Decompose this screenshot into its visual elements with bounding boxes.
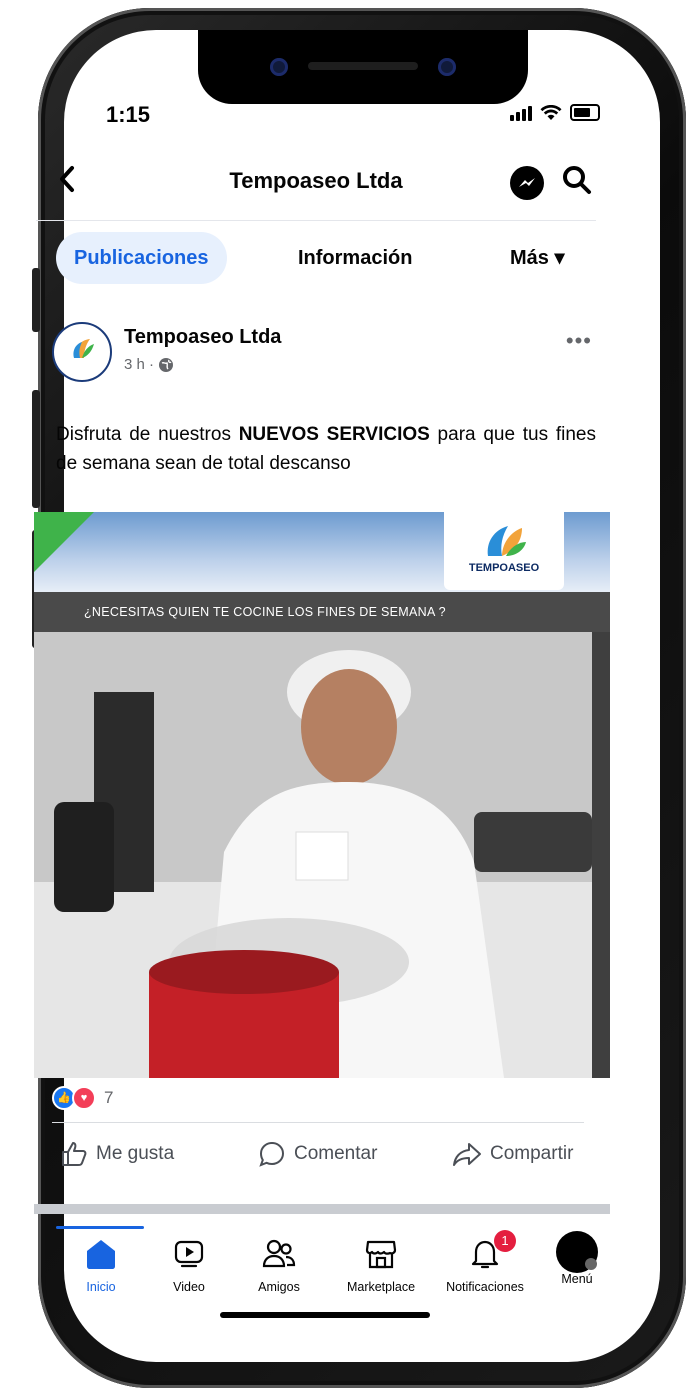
comment-button[interactable]: Comentar bbox=[258, 1140, 377, 1168]
tab-publicaciones[interactable]: Publicaciones bbox=[56, 232, 227, 284]
post-meta: 3 h · bbox=[124, 356, 174, 373]
more-options-icon[interactable]: ••• bbox=[566, 328, 592, 354]
nav-item-video[interactable]: Video bbox=[144, 1232, 234, 1294]
bottom-nav: Inicio Video Amigos Marketplace 1 Notifi… bbox=[36, 1226, 598, 1302]
nav-label-amigos: Amigos bbox=[258, 1280, 300, 1294]
image-right-edge bbox=[592, 632, 610, 1078]
nav-label-marketplace: Marketplace bbox=[346, 1280, 416, 1294]
comment-label: Comentar bbox=[294, 1143, 378, 1164]
nav-item-amigos[interactable]: Amigos bbox=[234, 1232, 324, 1294]
marketplace-icon bbox=[336, 1236, 426, 1272]
front-camera-icon bbox=[270, 58, 288, 76]
video-icon bbox=[144, 1236, 234, 1272]
nav-label-video: Video bbox=[173, 1280, 205, 1294]
wifi-icon bbox=[540, 104, 562, 120]
cook-illustration bbox=[34, 632, 592, 1078]
sensor-icon bbox=[438, 58, 456, 76]
home-indicator bbox=[220, 1312, 430, 1318]
image-logo: TEMPOASEO bbox=[444, 512, 564, 590]
nav-active-indicator bbox=[56, 1226, 144, 1229]
love-reaction-icon: ♥ bbox=[72, 1086, 96, 1110]
share-button[interactable]: Compartir bbox=[452, 1140, 573, 1168]
speaker-grill bbox=[308, 62, 418, 70]
bell-icon: 1 bbox=[440, 1230, 530, 1272]
post-image[interactable]: TEMPOASEO ¿NECESITAS QUIEN TE COCINE LOS… bbox=[34, 512, 610, 1078]
post-actions: Me gusta Comentar Compartir bbox=[60, 1140, 600, 1180]
friends-icon bbox=[234, 1236, 324, 1272]
image-logo-text: TEMPOASEO bbox=[468, 562, 540, 574]
nav-item-menu[interactable]: Menú bbox=[542, 1231, 612, 1286]
search-icon[interactable] bbox=[561, 164, 593, 201]
image-green-corner bbox=[34, 512, 94, 572]
nav-item-inicio[interactable]: Inicio bbox=[56, 1226, 146, 1294]
post-time: 3 h · bbox=[124, 356, 155, 373]
reaction-count: 7 bbox=[104, 1088, 114, 1107]
cook-photo bbox=[34, 632, 592, 1078]
post-text: Disfruta de nuestros NUEVOS SERVICIOS pa… bbox=[56, 420, 596, 478]
nav-item-marketplace[interactable]: Marketplace bbox=[336, 1232, 426, 1294]
post-text-part: Disfruta de nuestros bbox=[56, 424, 239, 445]
nav-item-notificaciones[interactable]: 1 Notificaciones bbox=[440, 1230, 530, 1294]
home-icon bbox=[56, 1236, 146, 1272]
tab-informacion[interactable]: Información bbox=[298, 232, 412, 284]
globe-icon bbox=[159, 357, 174, 372]
notification-badge: 1 bbox=[494, 1230, 516, 1252]
nav-label-menu: Menú bbox=[561, 1272, 593, 1286]
page-avatar[interactable] bbox=[52, 322, 112, 382]
image-banner: ¿NECESITAS QUIEN TE COCINE LOS FINES DE … bbox=[34, 592, 610, 632]
tempoaseo-logo-icon bbox=[487, 526, 526, 556]
battery-icon bbox=[570, 104, 600, 121]
messenger-icon[interactable] bbox=[510, 166, 544, 200]
tab-mas[interactable]: Más ▾ bbox=[510, 232, 565, 284]
page-header: Tempoaseo Ltda bbox=[36, 150, 596, 221]
page-tabs: Publicaciones Información Más ▾ bbox=[36, 232, 596, 292]
notch bbox=[198, 30, 528, 104]
like-label: Me gusta bbox=[96, 1143, 175, 1164]
signal-icon bbox=[510, 105, 532, 121]
volume-up-button bbox=[32, 390, 40, 508]
nav-label-notificaciones: Notificaciones bbox=[446, 1280, 524, 1294]
nav-label-inicio: Inicio bbox=[86, 1280, 116, 1294]
profile-avatar-icon bbox=[542, 1231, 612, 1273]
divider bbox=[52, 1122, 584, 1123]
status-time: 1:15 bbox=[106, 102, 151, 127]
like-button[interactable]: Me gusta bbox=[60, 1140, 174, 1168]
reactions-summary[interactable]: 👍 ♥ 7 bbox=[52, 1086, 113, 1110]
post-author[interactable]: Tempoaseo Ltda bbox=[124, 326, 281, 349]
post-text-bold: NUEVOS SERVICIOS bbox=[238, 424, 430, 445]
status-icons bbox=[510, 104, 600, 121]
post-header: Tempoaseo Ltda 3 h · ••• bbox=[52, 322, 592, 382]
comment-icon bbox=[259, 1141, 285, 1167]
thumbs-up-icon bbox=[62, 1142, 87, 1166]
feed-separator bbox=[34, 1204, 610, 1214]
share-icon bbox=[453, 1143, 481, 1166]
share-label: Compartir bbox=[490, 1143, 574, 1164]
tempoaseo-logo-icon bbox=[73, 339, 94, 358]
